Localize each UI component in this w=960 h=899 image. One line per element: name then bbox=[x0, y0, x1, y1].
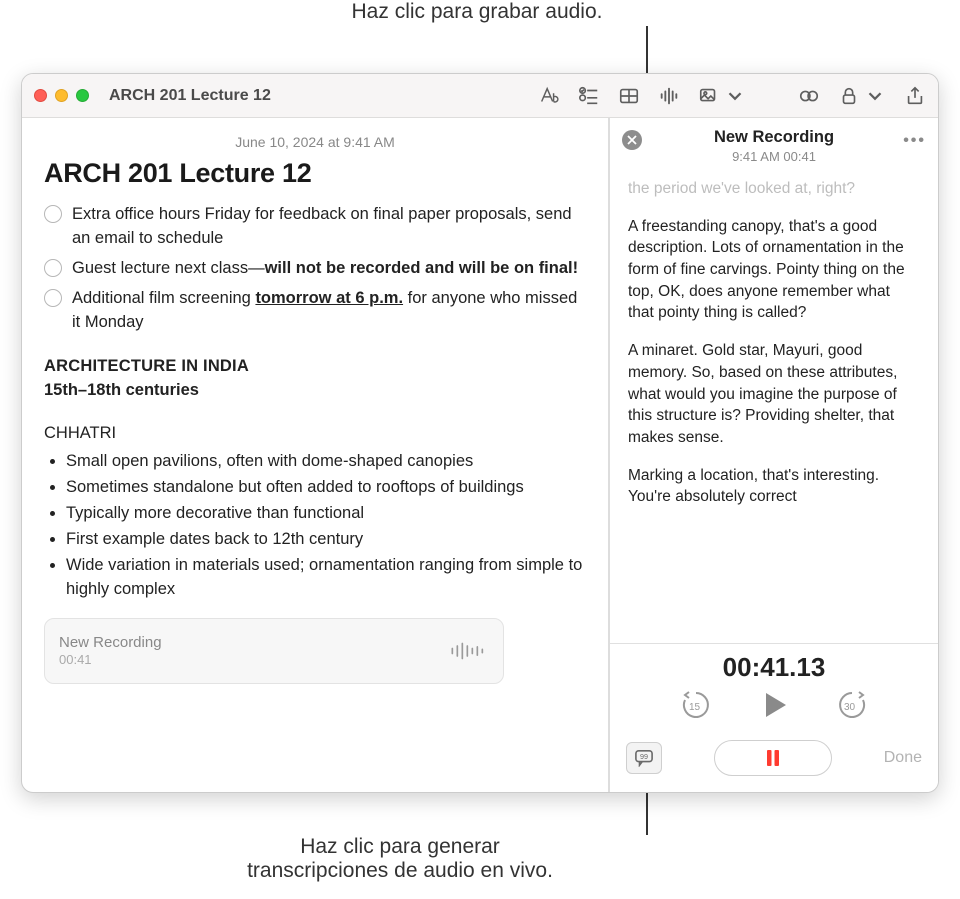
zoom-window-button[interactable] bbox=[76, 89, 89, 102]
link-button[interactable] bbox=[798, 85, 820, 107]
done-button[interactable]: Done bbox=[884, 749, 922, 767]
share-button[interactable] bbox=[904, 85, 926, 107]
lock-menu-chevron-icon[interactable] bbox=[864, 85, 886, 107]
checklist-item[interactable]: Guest lecture next class—will not be rec… bbox=[44, 257, 586, 281]
checklist: Extra office hours Friday for feedback o… bbox=[44, 203, 586, 335]
section-subheading: 15th–18th centuries bbox=[44, 379, 586, 403]
checklist-button[interactable] bbox=[578, 85, 600, 107]
list-item: Small open pavilions, often with dome-sh… bbox=[66, 450, 586, 474]
close-window-button[interactable] bbox=[34, 89, 47, 102]
svg-text:30: 30 bbox=[844, 702, 856, 713]
checklist-text: Extra office hours Friday for feedback o… bbox=[72, 203, 586, 251]
note-title: ARCH 201 Lecture 12 bbox=[44, 158, 586, 189]
bullet-list: Small open pavilions, often with dome-sh… bbox=[66, 450, 586, 602]
list-item: Sometimes standalone but often added to … bbox=[66, 476, 586, 500]
play-button[interactable] bbox=[758, 689, 790, 726]
close-panel-button[interactable] bbox=[622, 130, 642, 150]
recording-attachment[interactable]: New Recording 00:41 bbox=[44, 618, 504, 684]
svg-text:99: 99 bbox=[640, 752, 648, 761]
more-options-button[interactable]: ••• bbox=[903, 132, 926, 150]
recording-subtitle: 9:41 AM 00:41 bbox=[622, 149, 926, 164]
content-area: June 10, 2024 at 9:41 AM ARCH 201 Lectur… bbox=[22, 118, 938, 792]
checkbox-icon[interactable] bbox=[44, 205, 62, 223]
callout-transcription: Haz clic para generar transcripciones de… bbox=[200, 835, 600, 883]
titlebar: ARCH 201 Lecture 12 bbox=[22, 74, 938, 118]
media-button[interactable] bbox=[698, 85, 720, 107]
recording-panel: New Recording 9:41 AM 00:41 ••• the peri… bbox=[608, 118, 938, 792]
callout-line bbox=[646, 790, 648, 835]
player-controls: 00:41.13 15 30 99 bbox=[610, 643, 938, 792]
media-menu-chevron-icon[interactable] bbox=[724, 85, 746, 107]
list-item: First example dates back to 12th century bbox=[66, 528, 586, 552]
checkbox-icon[interactable] bbox=[44, 289, 62, 307]
checklist-text: Additional film screening tomorrow at 6 … bbox=[72, 287, 586, 335]
list-item: Typically more decorative than functiona… bbox=[66, 502, 586, 526]
minimize-window-button[interactable] bbox=[55, 89, 68, 102]
format-button[interactable] bbox=[538, 85, 560, 107]
app-window: ARCH 201 Lecture 12 bbox=[21, 73, 939, 793]
text-bold-underline: tomorrow at 6 p.m. bbox=[255, 289, 403, 307]
waveform-icon bbox=[449, 637, 489, 665]
svg-text:15: 15 bbox=[689, 702, 701, 713]
text: Guest lecture next class— bbox=[72, 259, 265, 277]
pause-recording-button[interactable] bbox=[714, 740, 832, 776]
callout-text: Haz clic para grabar audio. bbox=[352, 0, 603, 23]
callout-text: transcripciones de audio en vivo. bbox=[200, 859, 600, 883]
note-timestamp: June 10, 2024 at 9:41 AM bbox=[44, 134, 586, 150]
checklist-item[interactable]: Extra office hours Friday for feedback o… bbox=[44, 203, 586, 251]
transcription-toggle-button[interactable]: 99 bbox=[626, 742, 662, 774]
elapsed-time: 00:41.13 bbox=[626, 652, 922, 683]
transcript-area[interactable]: the period we've looked at, right? A fre… bbox=[610, 168, 938, 643]
recording-title: New Recording bbox=[622, 128, 926, 147]
record-audio-button[interactable] bbox=[658, 85, 680, 107]
checklist-item[interactable]: Additional film screening tomorrow at 6 … bbox=[44, 287, 586, 335]
recording-name: New Recording bbox=[59, 633, 437, 653]
checklist-text: Guest lecture next class—will not be rec… bbox=[72, 257, 578, 281]
window-title: ARCH 201 Lecture 12 bbox=[109, 87, 271, 105]
skip-forward-button[interactable]: 30 bbox=[836, 689, 868, 726]
toolbar bbox=[538, 85, 926, 107]
transcript-paragraph: A freestanding canopy, that's a good des… bbox=[628, 216, 920, 324]
callout-text: Haz clic para generar bbox=[200, 835, 600, 859]
section-heading: ARCHITECTURE IN INDIA bbox=[44, 355, 586, 379]
window-controls bbox=[34, 89, 89, 102]
recording-panel-header: New Recording 9:41 AM 00:41 ••• bbox=[610, 118, 938, 168]
transcript-paragraph: Marking a location, that's interesting. … bbox=[628, 465, 920, 508]
skip-back-button[interactable]: 15 bbox=[680, 689, 712, 726]
transcript-line-faded: the period we've looked at, right? bbox=[628, 178, 920, 200]
lock-button[interactable] bbox=[838, 85, 860, 107]
callout-record-audio: Haz clic para grabar audio. bbox=[327, 0, 627, 24]
callout-line bbox=[646, 26, 648, 76]
checkbox-icon[interactable] bbox=[44, 259, 62, 277]
table-button[interactable] bbox=[618, 85, 640, 107]
text: Additional film screening bbox=[72, 289, 255, 307]
transcript-paragraph: A minaret. Gold star, Mayuri, good memor… bbox=[628, 340, 920, 448]
section-heading: CHHATRI bbox=[44, 422, 586, 446]
note-body[interactable]: June 10, 2024 at 9:41 AM ARCH 201 Lectur… bbox=[22, 118, 608, 792]
list-item: Wide variation in materials used; orname… bbox=[66, 554, 586, 602]
recording-duration: 00:41 bbox=[59, 652, 437, 669]
text-bold: will not be recorded and will be on fina… bbox=[265, 259, 579, 277]
